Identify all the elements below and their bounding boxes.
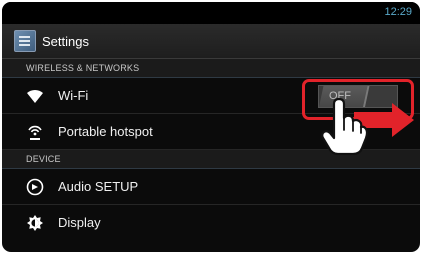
settings-item-label: Display bbox=[58, 215, 101, 230]
wifi-icon bbox=[27, 89, 43, 103]
audio-icon bbox=[26, 178, 44, 196]
hotspot-icon bbox=[28, 125, 42, 140]
status-bar: 12:29 bbox=[2, 2, 420, 24]
swipe-right-hand-icon bbox=[321, 98, 414, 156]
settings-app-icon[interactable] bbox=[14, 30, 36, 52]
settings-item-label: Audio SETUP bbox=[58, 179, 139, 194]
section-header-label: WIRELESS & NETWORKS bbox=[26, 63, 140, 73]
section-header-label: DEVICE bbox=[26, 154, 61, 164]
settings-item-audio-setup[interactable]: Audio SETUP bbox=[2, 169, 420, 205]
device-screen: 12:29 Settings WIRELESS & NETWORKS Wi-Fi… bbox=[2, 2, 420, 252]
display-icon bbox=[27, 215, 43, 231]
settings-item-label: Portable hotspot bbox=[58, 124, 153, 139]
status-clock: 12:29 bbox=[384, 6, 412, 18]
settings-item-label: Wi-Fi bbox=[58, 88, 89, 103]
page-title: Settings bbox=[42, 34, 89, 49]
section-header-wireless: WIRELESS & NETWORKS bbox=[2, 59, 420, 78]
action-bar: Settings bbox=[2, 24, 420, 59]
settings-item-display[interactable]: Display bbox=[2, 205, 420, 240]
